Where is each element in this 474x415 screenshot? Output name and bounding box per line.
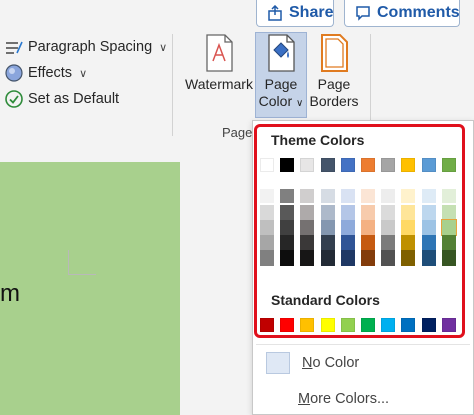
comments-label: Comments <box>377 4 460 21</box>
watermark-label: Watermark <box>185 76 253 92</box>
page-borders-button[interactable]: Page Borders <box>308 34 360 110</box>
watermark-button[interactable]: Watermark <box>183 34 255 93</box>
page-borders-label-1: Page <box>317 76 351 92</box>
more-colors-label: More Colors... <box>298 391 390 407</box>
effects-label: Effects <box>28 65 73 81</box>
page-color-button[interactable]: Page Color ∨ <box>255 34 307 112</box>
chevron-down-icon: ∨ <box>296 98 304 109</box>
share-button[interactable]: Share <box>256 0 334 27</box>
paragraph-spacing-icon <box>6 41 23 54</box>
share-label: Share <box>289 4 334 21</box>
effects-icon <box>5 64 23 82</box>
highlight-box <box>254 124 465 338</box>
comments-button[interactable]: Comments <box>344 0 460 27</box>
document-page[interactable] <box>0 162 180 415</box>
chevron-down-icon: ∨ <box>79 67 88 80</box>
no-color-swatch-icon <box>266 352 290 374</box>
set-as-default-button[interactable]: Set as Default <box>5 88 119 110</box>
watermark-icon <box>206 34 233 72</box>
checkmark-circle-icon <box>5 90 23 108</box>
margin-corner-mark <box>68 274 96 275</box>
share-icon <box>268 5 282 21</box>
paint-bucket-icon <box>268 34 295 72</box>
page-borders-icon <box>321 34 348 72</box>
paragraph-spacing-button[interactable]: Paragraph Spacing ∨ <box>5 36 167 58</box>
effects-button[interactable]: Effects ∨ <box>5 62 87 84</box>
chevron-down-icon: ∨ <box>159 41 168 54</box>
menu-divider <box>256 344 470 345</box>
page-color-label-1: Page <box>264 76 298 92</box>
comment-icon <box>356 6 370 21</box>
paragraph-spacing-label: Paragraph Spacing <box>28 39 153 55</box>
no-color-option[interactable]: No Color <box>266 352 359 374</box>
page-background-group-label: Page <box>222 125 253 140</box>
no-color-label: No Color <box>302 355 360 371</box>
group-divider <box>172 34 173 136</box>
margin-corner-mark <box>68 250 69 274</box>
document-text: m <box>0 280 20 307</box>
page-color-label-2: Color <box>258 93 293 109</box>
more-colors-option[interactable]: More Colors... <box>298 391 389 407</box>
set-as-default-label: Set as Default <box>28 91 120 107</box>
page-borders-label-2: Borders <box>309 93 359 109</box>
